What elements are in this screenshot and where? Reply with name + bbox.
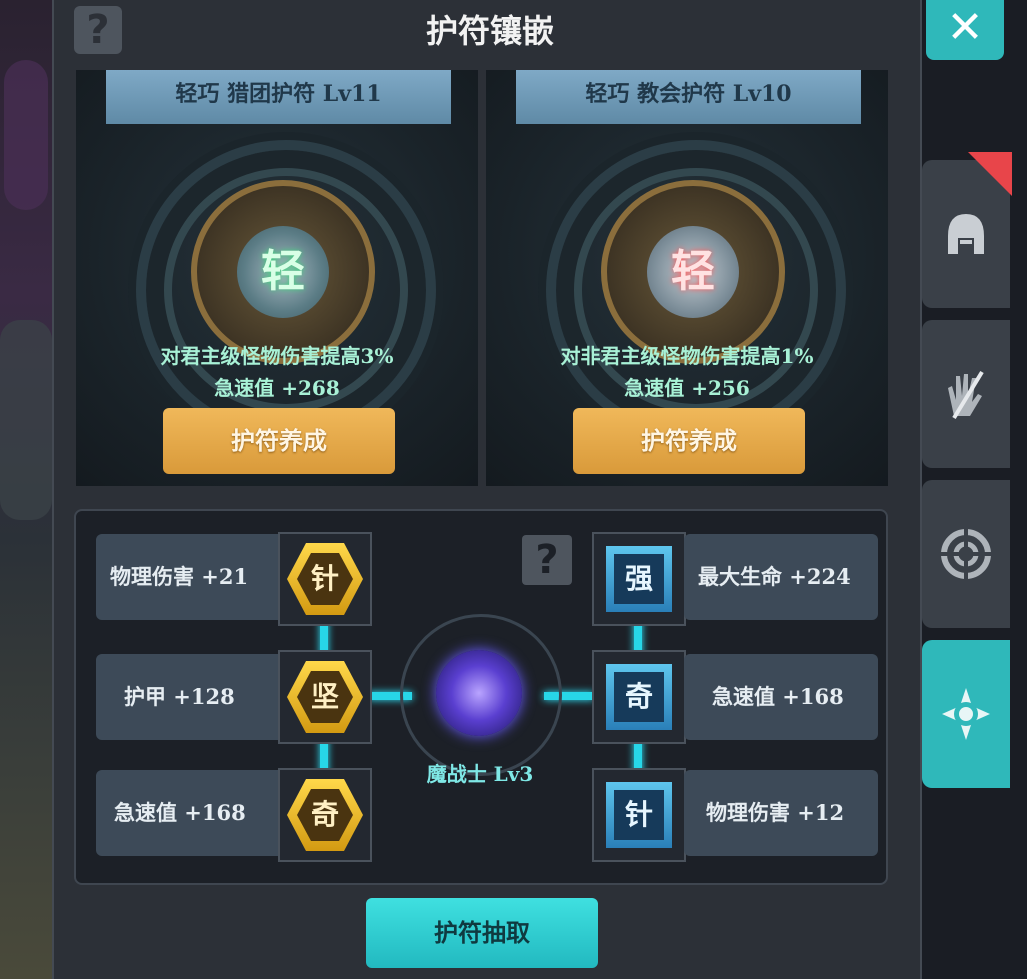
world-character-silhouette (0, 320, 52, 520)
gloves-icon (948, 370, 984, 420)
amulet-name-banner: 轻巧 教会护符 Lv10 (516, 70, 861, 124)
helmet-icon (948, 214, 984, 254)
amulet-icon (942, 688, 990, 740)
rune-char: 针 (614, 790, 664, 840)
amulet-card-left: 轻巧 猎团护符 Lv11 轻 对君主级怪物伤害提高3% 急速值 +268 护符养… (76, 70, 478, 486)
rune-slot-right-1[interactable]: 强 (592, 532, 686, 626)
amulet-stat-text: 急速值 +268 (214, 376, 340, 400)
page-title: 护符镶嵌 (425, 12, 554, 50)
rune-char: 奇 (297, 789, 353, 841)
rune-slot-left-3[interactable]: 奇 (278, 768, 372, 862)
new-badge (968, 152, 1012, 196)
game-world-background (0, 0, 60, 979)
dark-knight-icon (436, 650, 522, 736)
core-class-label: 魔战士 Lv3 (426, 762, 534, 786)
link-stat-right-1: 最大生命 +224 (684, 534, 878, 620)
rune-slot-left-2[interactable]: 坚 (278, 650, 372, 744)
link-stat-right-3: 物理伤害 +12 (684, 770, 878, 856)
amulet-emblem[interactable]: 轻 (191, 180, 375, 364)
link-stat-right-2: 急速值 +168 (684, 654, 878, 740)
tab-gloves[interactable] (922, 320, 1010, 468)
rune-slot-left-1[interactable]: 针 (278, 532, 372, 626)
class-core[interactable] (400, 614, 562, 776)
amulet-effect-text: 对君主级怪物伤害提高3% (160, 344, 394, 368)
world-foliage (4, 60, 48, 210)
amulet-cultivate-button[interactable]: 护符养成 (163, 408, 395, 474)
rune-char: 奇 (614, 672, 664, 722)
help-question-icon[interactable]: ? (522, 535, 572, 585)
amulet-emblem[interactable]: 轻 (601, 180, 785, 364)
amulet-extract-button[interactable]: 护符抽取 (366, 898, 598, 968)
amulet-gem: 轻 (647, 226, 739, 318)
amulet-stat-text: 急速值 +256 (624, 376, 750, 400)
rune-char: 针 (297, 553, 353, 605)
close-button[interactable]: ✕ (926, 0, 1004, 60)
tab-amulet[interactable] (922, 640, 1010, 788)
rune-slot-right-2[interactable]: 奇 (592, 650, 686, 744)
amulet-effect-text: 对非君主级怪物伤害提高1% (560, 344, 814, 368)
amulet-gem: 轻 (237, 226, 329, 318)
close-x-icon: ✕ (946, 2, 984, 53)
amulet-cultivate-button[interactable]: 护符养成 (573, 408, 805, 474)
target-icon (940, 528, 992, 580)
rune-char: 强 (614, 554, 664, 604)
rune-char: 坚 (297, 671, 353, 723)
help-question-icon[interactable]: ? (74, 6, 122, 54)
rune-slot-right-3[interactable]: 针 (592, 768, 686, 862)
tab-target[interactable] (922, 480, 1010, 628)
amulet-card-right: 轻巧 教会护符 Lv10 轻 对非君主级怪物伤害提高1% 急速值 +256 护符… (486, 70, 888, 486)
amulet-name-banner: 轻巧 猎团护符 Lv11 (106, 70, 451, 124)
